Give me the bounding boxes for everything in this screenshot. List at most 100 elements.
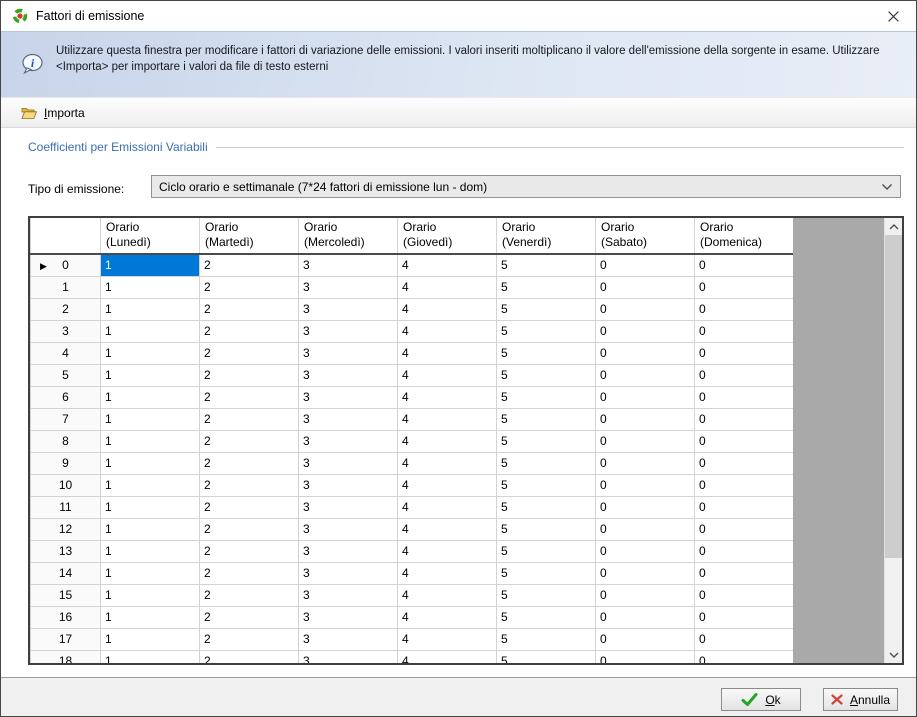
grid-cell[interactable]: 0 [596, 474, 695, 496]
grid-cell[interactable]: 3 [299, 430, 398, 452]
grid-cell[interactable]: 1 [101, 298, 200, 320]
grid-cell[interactable]: 4 [398, 628, 497, 650]
grid-column-header[interactable]: Orario(Lunedì) [101, 218, 200, 254]
grid-cell[interactable]: 1 [101, 562, 200, 584]
grid-cell[interactable]: 4 [398, 386, 497, 408]
grid-cell[interactable]: 0 [695, 254, 794, 276]
grid-cell[interactable]: 5 [497, 408, 596, 430]
grid-cell[interactable]: 5 [497, 320, 596, 342]
grid-cell[interactable]: 1 [101, 320, 200, 342]
grid-cell[interactable]: 0 [695, 540, 794, 562]
grid-cell[interactable]: 5 [497, 342, 596, 364]
grid-row-header[interactable]: 16 [31, 606, 101, 628]
grid-cell[interactable]: 2 [200, 276, 299, 298]
grid-cell[interactable]: 0 [695, 606, 794, 628]
grid-cell[interactable]: 0 [695, 298, 794, 320]
grid-cell[interactable]: 5 [497, 364, 596, 386]
grid-cell[interactable]: 3 [299, 584, 398, 606]
grid-cell[interactable]: 2 [200, 628, 299, 650]
grid-cell[interactable]: 1 [101, 650, 200, 665]
grid-cell[interactable]: 2 [200, 298, 299, 320]
grid-row-header[interactable]: 2 [31, 298, 101, 320]
grid-cell[interactable]: 5 [497, 584, 596, 606]
grid-cell[interactable]: 1 [101, 408, 200, 430]
grid-cell[interactable]: 2 [200, 254, 299, 276]
grid-cell[interactable]: 2 [200, 320, 299, 342]
grid-cell[interactable]: 4 [398, 584, 497, 606]
grid-cell[interactable]: 5 [497, 474, 596, 496]
grid-cell[interactable]: 3 [299, 408, 398, 430]
grid-cell[interactable]: 1 [101, 496, 200, 518]
grid-cell[interactable]: 0 [596, 496, 695, 518]
grid-cell[interactable]: 2 [200, 518, 299, 540]
grid-cell[interactable]: 2 [200, 364, 299, 386]
grid-cell[interactable]: 4 [398, 540, 497, 562]
grid-row-header[interactable]: 17 [31, 628, 101, 650]
grid-row-header[interactable]: 9 [31, 452, 101, 474]
grid-cell[interactable]: 1 [101, 276, 200, 298]
grid-cell[interactable]: 3 [299, 562, 398, 584]
grid-cell[interactable]: 2 [200, 496, 299, 518]
grid-cell[interactable]: 5 [497, 430, 596, 452]
grid-cell[interactable]: 2 [200, 342, 299, 364]
scroll-thumb[interactable] [885, 235, 903, 558]
grid-cell[interactable]: 0 [695, 276, 794, 298]
grid-cell[interactable]: 5 [497, 518, 596, 540]
grid-cell[interactable]: 0 [695, 562, 794, 584]
ok-button[interactable]: Ok [721, 688, 801, 711]
grid-cell[interactable]: 3 [299, 474, 398, 496]
grid-column-header[interactable]: Orario(Venerdì) [497, 218, 596, 254]
grid-cell[interactable]: 5 [497, 606, 596, 628]
grid-cell[interactable]: 3 [299, 606, 398, 628]
grid-cell[interactable]: 3 [299, 540, 398, 562]
grid-row-header[interactable]: 8 [31, 430, 101, 452]
grid-cell[interactable]: 0 [596, 430, 695, 452]
grid-cell[interactable]: 0 [596, 562, 695, 584]
grid-corner-cell[interactable] [31, 218, 101, 254]
grid-column-header[interactable]: Orario(Martedì) [200, 218, 299, 254]
grid-row-header[interactable]: 14 [31, 562, 101, 584]
grid-cell[interactable]: 2 [200, 408, 299, 430]
grid-row-header[interactable]: 6 [31, 386, 101, 408]
grid-cell[interactable]: 1 [101, 540, 200, 562]
grid-cell[interactable]: 4 [398, 408, 497, 430]
grid-cell[interactable]: 1 [101, 386, 200, 408]
grid-cell[interactable]: 5 [497, 386, 596, 408]
grid-cell[interactable]: 0 [695, 342, 794, 364]
scroll-up-button[interactable] [885, 218, 903, 235]
grid-row-header[interactable]: 15 [31, 584, 101, 606]
grid-cell[interactable]: 5 [497, 298, 596, 320]
grid-cell[interactable]: 4 [398, 606, 497, 628]
grid-row-header[interactable]: 1 [31, 276, 101, 298]
grid-column-header[interactable]: Orario(Giovedì) [398, 218, 497, 254]
grid-cell[interactable]: 2 [200, 540, 299, 562]
grid-cell[interactable]: 4 [398, 364, 497, 386]
grid-cell[interactable]: 0 [695, 408, 794, 430]
grid-cell[interactable]: 4 [398, 650, 497, 665]
grid-cell[interactable]: 3 [299, 298, 398, 320]
grid-cell[interactable]: 4 [398, 298, 497, 320]
grid-cell[interactable]: 4 [398, 342, 497, 364]
grid-cell[interactable]: 4 [398, 518, 497, 540]
grid-cell[interactable]: 3 [299, 386, 398, 408]
grid-cell[interactable]: 5 [497, 276, 596, 298]
grid-cell[interactable]: 3 [299, 650, 398, 665]
grid-cell[interactable]: 0 [596, 408, 695, 430]
grid-cell[interactable]: 4 [398, 562, 497, 584]
grid-cell[interactable]: 1 [101, 364, 200, 386]
grid-row-header[interactable]: 7 [31, 408, 101, 430]
grid-cell[interactable]: 0 [596, 254, 695, 276]
grid-cell[interactable]: 0 [596, 276, 695, 298]
grid-cell[interactable]: 0 [596, 606, 695, 628]
grid-cell[interactable]: 0 [596, 364, 695, 386]
grid-cell[interactable]: 0 [596, 320, 695, 342]
grid-cell[interactable]: 0 [695, 320, 794, 342]
grid-cell[interactable]: 4 [398, 430, 497, 452]
grid-cell[interactable]: 0 [695, 650, 794, 665]
grid-row-header[interactable]: 11 [31, 496, 101, 518]
grid-cell[interactable]: 4 [398, 276, 497, 298]
grid-cell[interactable]: 2 [200, 650, 299, 665]
grid-cell[interactable]: 0 [695, 452, 794, 474]
grid-cell[interactable]: 3 [299, 518, 398, 540]
grid-cell[interactable]: 0 [695, 474, 794, 496]
